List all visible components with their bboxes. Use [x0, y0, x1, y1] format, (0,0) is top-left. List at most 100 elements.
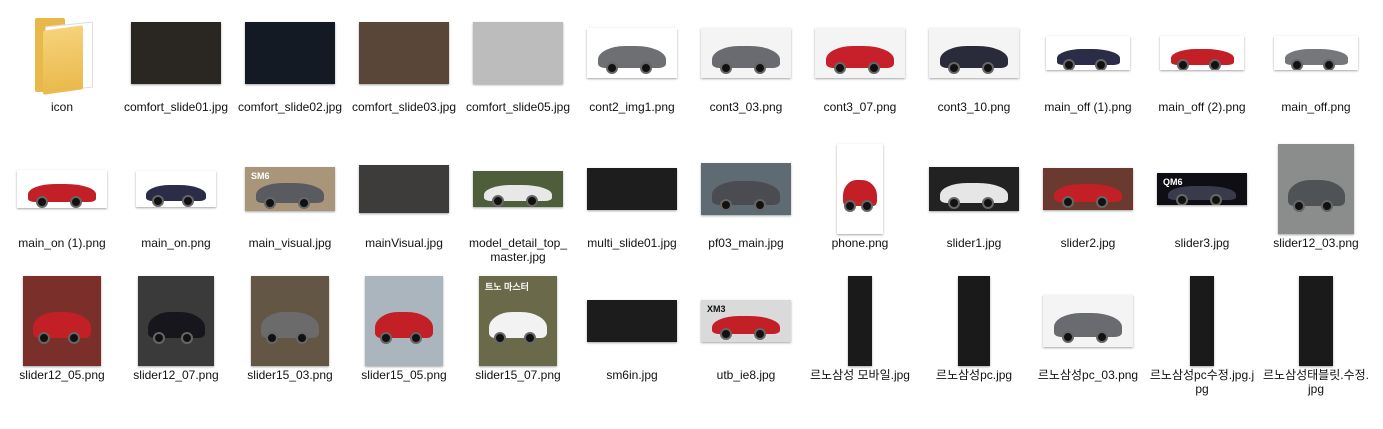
wheel-shape	[263, 196, 276, 209]
file-name-label: mainVisual.jpg	[365, 236, 443, 250]
thumbnail-container	[119, 144, 233, 234]
file-item[interactable]: main_on (1).png	[5, 144, 119, 276]
file-item[interactable]: model_detail_top_master.jpg	[461, 144, 575, 276]
wheel-shape	[297, 196, 310, 209]
image-thumbnail	[1046, 36, 1130, 70]
file-item[interactable]: main_on.png	[119, 144, 233, 276]
file-item[interactable]: slider1.jpg	[917, 144, 1031, 276]
wheel-shape	[719, 198, 732, 211]
file-item[interactable]: sm6in.jpg	[575, 276, 689, 426]
wheel-shape	[1061, 196, 1074, 209]
file-name-label: 르노삼성태블릿.수정.jpg	[1262, 368, 1370, 396]
file-name-label: multi_slide01.jpg	[587, 236, 677, 250]
file-item[interactable]: 르노삼성pc_03.png	[1031, 276, 1145, 426]
file-item[interactable]: cont3_10.png	[917, 8, 1031, 144]
file-item[interactable]: pf03_main.jpg	[689, 144, 803, 276]
file-name-label: slider15_03.png	[247, 368, 333, 382]
file-item[interactable]: comfort_slide03.jpg	[347, 8, 461, 144]
wheel-shape	[380, 332, 393, 344]
file-name-label: 르노삼성pc.jpg	[935, 368, 1013, 382]
file-item[interactable]: phone.png	[803, 144, 917, 276]
file-name-label: utb_ie8.jpg	[716, 368, 776, 382]
file-name-label: cont3_10.png	[937, 100, 1011, 114]
file-name-label: sm6in.jpg	[606, 368, 658, 382]
image-thumbnail	[587, 300, 677, 342]
image-thumbnail	[701, 28, 791, 78]
file-item[interactable]: multi_slide01.jpg	[575, 144, 689, 276]
file-item[interactable]: XM3 utb_ie8.jpg	[689, 276, 803, 426]
wheel-shape	[1322, 58, 1335, 70]
wheel-shape	[1291, 58, 1304, 70]
thumbnail-container	[689, 144, 803, 234]
folder-item[interactable]: icon	[5, 8, 119, 144]
image-thumbnail	[23, 276, 101, 366]
wheel-shape	[67, 332, 80, 344]
wheel-shape	[1094, 58, 1107, 70]
image-thumbnail	[1160, 36, 1244, 70]
wheel-shape	[843, 200, 856, 212]
file-item[interactable]: main_off (1).png	[1031, 8, 1145, 144]
wheel-shape	[833, 62, 846, 75]
image-thumbnail	[958, 276, 990, 366]
wheel-shape	[181, 332, 194, 344]
thumbnail-container	[1145, 8, 1259, 98]
file-name-label: slider2.jpg	[1060, 236, 1116, 250]
file-item[interactable]: slider12_07.png	[119, 276, 233, 426]
image-thumbnail	[1278, 144, 1354, 234]
file-item[interactable]: mainVisual.jpg	[347, 144, 461, 276]
image-thumbnail	[929, 167, 1019, 211]
file-name-label: comfort_slide05.jpg	[465, 100, 571, 114]
file-item[interactable]: slider12_03.png	[1259, 144, 1373, 276]
wheel-shape	[523, 332, 536, 344]
wheel-shape	[981, 196, 994, 209]
wheel-shape	[494, 332, 507, 344]
file-name-label: slider12_03.png	[1273, 236, 1359, 250]
wheel-shape	[947, 196, 960, 209]
file-item[interactable]: 트노 마스터 slider15_07.png	[461, 276, 575, 426]
file-name-label: model_detail_top_master.jpg	[468, 236, 568, 264]
wheel-shape	[605, 62, 618, 75]
file-item[interactable]: cont3_03.png	[689, 8, 803, 144]
file-item[interactable]: main_off (2).png	[1145, 8, 1259, 144]
file-name-label: phone.png	[831, 236, 889, 250]
file-item[interactable]: QM6 slider3.jpg	[1145, 144, 1259, 276]
image-thumbnail	[848, 276, 872, 366]
file-item[interactable]: slider12_05.png	[5, 276, 119, 426]
file-item[interactable]: 르노삼성 모바일.jpg	[803, 276, 917, 426]
file-name-label: main_on.png	[141, 236, 211, 250]
file-item[interactable]: slider15_03.png	[233, 276, 347, 426]
file-name-label: main_off (2).png	[1158, 100, 1246, 114]
thumbnail-container	[119, 8, 233, 98]
image-thumbnail	[587, 28, 677, 78]
image-thumbnail	[138, 276, 214, 366]
file-item[interactable]: main_off.png	[1259, 8, 1373, 144]
file-name-label: slider1.jpg	[946, 236, 1002, 250]
wheel-shape	[719, 62, 732, 75]
thumbnail-container	[917, 8, 1031, 98]
file-item[interactable]: comfort_slide01.jpg	[119, 8, 233, 144]
image-thumbnail	[1274, 36, 1358, 70]
file-item[interactable]: 르노삼성태블릿.수정.jpg	[1259, 276, 1373, 426]
thumbnail-text: SM6	[251, 171, 270, 181]
thumbnail-container	[1259, 276, 1373, 366]
file-name-label: comfort_slide01.jpg	[123, 100, 229, 114]
image-thumbnail: 트노 마스터	[479, 276, 557, 366]
file-item[interactable]: cont2_img1.png	[575, 8, 689, 144]
file-item[interactable]: 르노삼성pc.jpg	[917, 276, 1031, 426]
thumbnail-container	[803, 144, 917, 234]
file-item[interactable]: slider2.jpg	[1031, 144, 1145, 276]
file-item[interactable]: 르노삼성pc수정.jpg.jpg	[1145, 276, 1259, 426]
thumbnail-container	[575, 144, 689, 234]
file-name-label: 르노삼성pc수정.jpg.jpg	[1149, 368, 1255, 396]
file-item[interactable]: slider15_05.png	[347, 276, 461, 426]
file-item[interactable]: comfort_slide05.jpg	[461, 8, 575, 144]
file-name-label: cont2_img1.png	[589, 100, 675, 114]
wheel-shape	[409, 332, 422, 344]
file-name-label: comfort_slide03.jpg	[351, 100, 457, 114]
file-item[interactable]: cont3_07.png	[803, 8, 917, 144]
image-thumbnail	[365, 276, 443, 366]
file-item[interactable]: SM6 main_visual.jpg	[233, 144, 347, 276]
image-thumbnail	[136, 171, 216, 207]
file-item[interactable]: comfort_slide02.jpg	[233, 8, 347, 144]
image-thumbnail	[473, 22, 563, 84]
